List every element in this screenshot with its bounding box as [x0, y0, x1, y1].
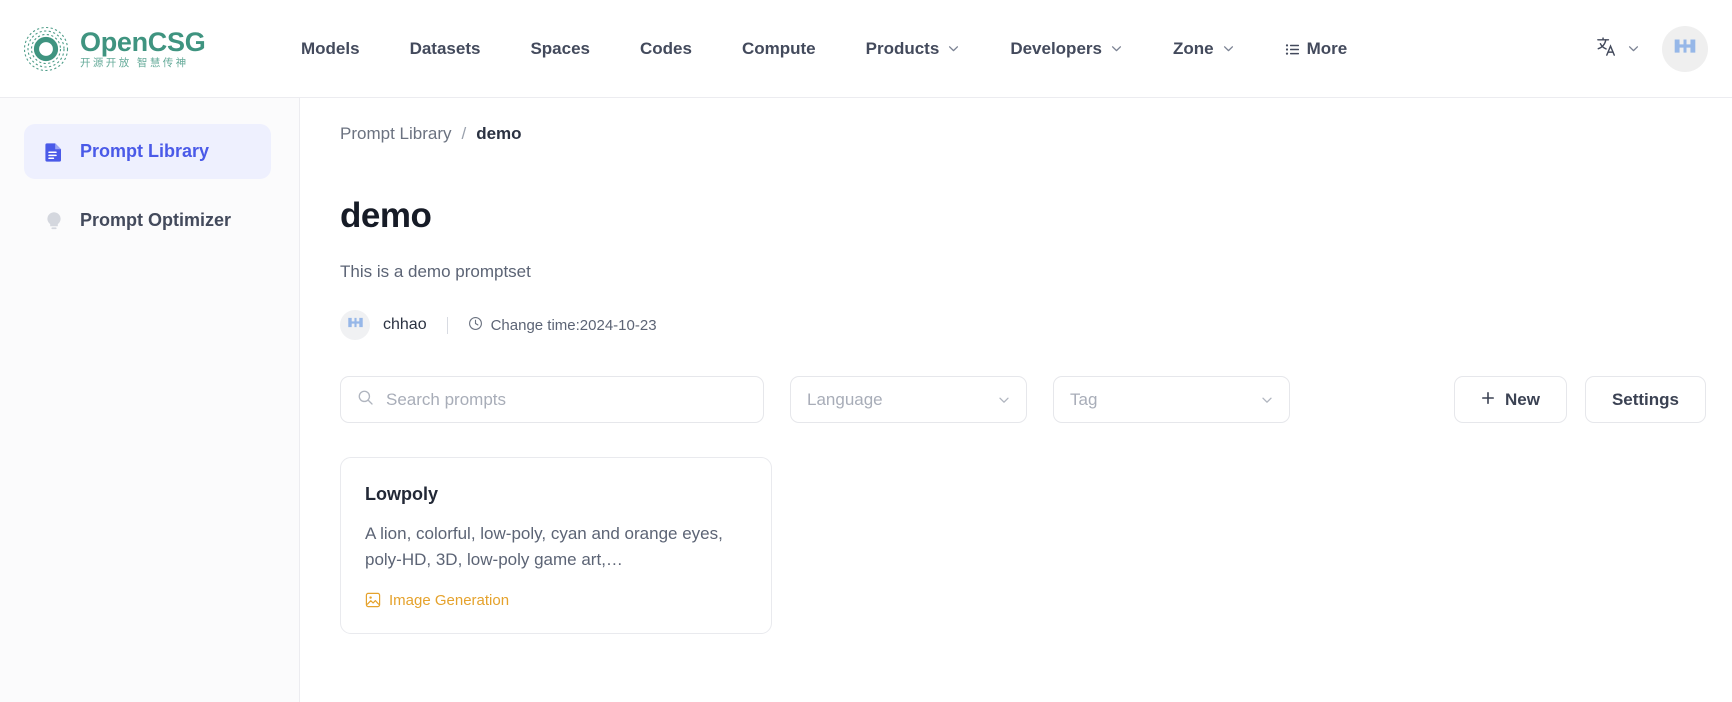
brand-tagline: 开源开放 智慧传神: [80, 58, 205, 69]
top-header: OpenCSG 开源开放 智慧传神 Models Datasets Spaces…: [0, 0, 1732, 98]
user-avatar-icon: [1670, 31, 1700, 66]
prompt-card-list: Lowpoly A lion, colorful, low-poly, cyan…: [340, 457, 1732, 634]
change-time: Change time:2024-10-23: [468, 316, 657, 335]
search-box[interactable]: [340, 376, 764, 423]
prompt-card-title: Lowpoly: [365, 484, 747, 505]
settings-button[interactable]: Settings: [1585, 376, 1706, 423]
tag-select[interactable]: Tag: [1053, 376, 1290, 423]
page-description: This is a demo promptset: [340, 262, 1732, 282]
chevron-down-icon: [997, 393, 1010, 406]
nav-label: More: [1307, 39, 1348, 59]
new-button[interactable]: New: [1454, 376, 1567, 423]
language-switcher[interactable]: [1595, 35, 1640, 63]
opencsg-logo-icon: [22, 25, 70, 73]
prompt-card-body: A lion, colorful, low-poly, cyan and ora…: [365, 521, 747, 574]
sidebar-item-prompt-optimizer[interactable]: Prompt Optimizer: [24, 193, 271, 248]
main-nav: Models Datasets Spaces Codes Compute Pro…: [276, 29, 1372, 69]
sidebar-item-label: Prompt Optimizer: [80, 210, 231, 231]
nav-label: Developers: [1010, 39, 1102, 59]
meta-divider: [447, 317, 448, 334]
owner-avatar[interactable]: [340, 310, 370, 340]
tag-select-value: Tag: [1070, 390, 1097, 410]
list-icon: [1285, 42, 1298, 55]
sidebar-item-prompt-library[interactable]: Prompt Library: [24, 124, 271, 179]
user-avatar-icon: [345, 312, 366, 338]
sidebar: Prompt Library Prompt Optimizer: [0, 98, 300, 702]
nav-item-datasets[interactable]: Datasets: [385, 29, 506, 69]
nav-item-codes[interactable]: Codes: [615, 29, 717, 69]
filter-bar: Language Tag New Setti: [340, 376, 1732, 423]
sidebar-item-label: Prompt Library: [80, 141, 209, 162]
language-select-value: Language: [807, 390, 883, 410]
prompt-card[interactable]: Lowpoly A lion, colorful, low-poly, cyan…: [340, 457, 772, 634]
prompt-card-tag: Image Generation: [365, 592, 747, 609]
nav-label: Zone: [1173, 39, 1214, 59]
page-meta: chhao Change time:2024-10-23: [340, 310, 1732, 340]
header-right-actions: [1595, 26, 1708, 72]
change-time-label: Change time:2024-10-23: [491, 317, 657, 334]
chevron-down-icon: [947, 42, 960, 55]
nav-label: Datasets: [410, 39, 481, 59]
plus-icon: [1481, 390, 1495, 410]
nav-label: Compute: [742, 39, 816, 59]
image-icon: [365, 592, 381, 608]
nav-item-zone[interactable]: Zone: [1148, 29, 1260, 69]
search-input[interactable]: [386, 390, 747, 410]
prompt-card-tag-label: Image Generation: [389, 592, 509, 609]
document-icon: [42, 140, 66, 164]
page-title: demo: [340, 196, 1732, 236]
breadcrumb-root[interactable]: Prompt Library: [340, 124, 451, 144]
settings-button-label: Settings: [1612, 390, 1679, 410]
nav-item-products[interactable]: Products: [841, 29, 986, 69]
nav-label: Products: [866, 39, 940, 59]
action-buttons: New Settings: [1454, 376, 1706, 423]
nav-label: Models: [301, 39, 360, 59]
nav-item-compute[interactable]: Compute: [717, 29, 841, 69]
clock-icon: [468, 316, 483, 335]
page-body: Prompt Library Prompt Optimizer Prompt L…: [0, 98, 1732, 702]
nav-item-spaces[interactable]: Spaces: [505, 29, 615, 69]
breadcrumb-current: demo: [476, 124, 521, 144]
lightbulb-icon: [42, 209, 66, 233]
breadcrumb-separator: /: [461, 124, 466, 144]
nav-item-more[interactable]: More: [1260, 29, 1373, 69]
nav-item-models[interactable]: Models: [276, 29, 385, 69]
chevron-down-icon: [1110, 42, 1123, 55]
nav-label: Spaces: [530, 39, 590, 59]
new-button-label: New: [1505, 390, 1540, 410]
language-select[interactable]: Language: [790, 376, 1027, 423]
breadcrumb: Prompt Library / demo: [340, 124, 1732, 144]
chevron-down-icon: [1222, 42, 1235, 55]
main-content: Prompt Library / demo demo This is a dem…: [300, 98, 1732, 702]
nav-item-developers[interactable]: Developers: [985, 29, 1148, 69]
translate-icon: [1595, 35, 1618, 63]
nav-label: Codes: [640, 39, 692, 59]
brand-logo[interactable]: OpenCSG 开源开放 智慧传神: [22, 25, 270, 73]
owner-name: chhao: [383, 316, 427, 334]
search-icon: [357, 389, 374, 411]
brand-name: OpenCSG: [80, 29, 205, 56]
chevron-down-icon: [1627, 42, 1640, 55]
chevron-down-icon: [1260, 393, 1273, 406]
avatar[interactable]: [1662, 26, 1708, 72]
